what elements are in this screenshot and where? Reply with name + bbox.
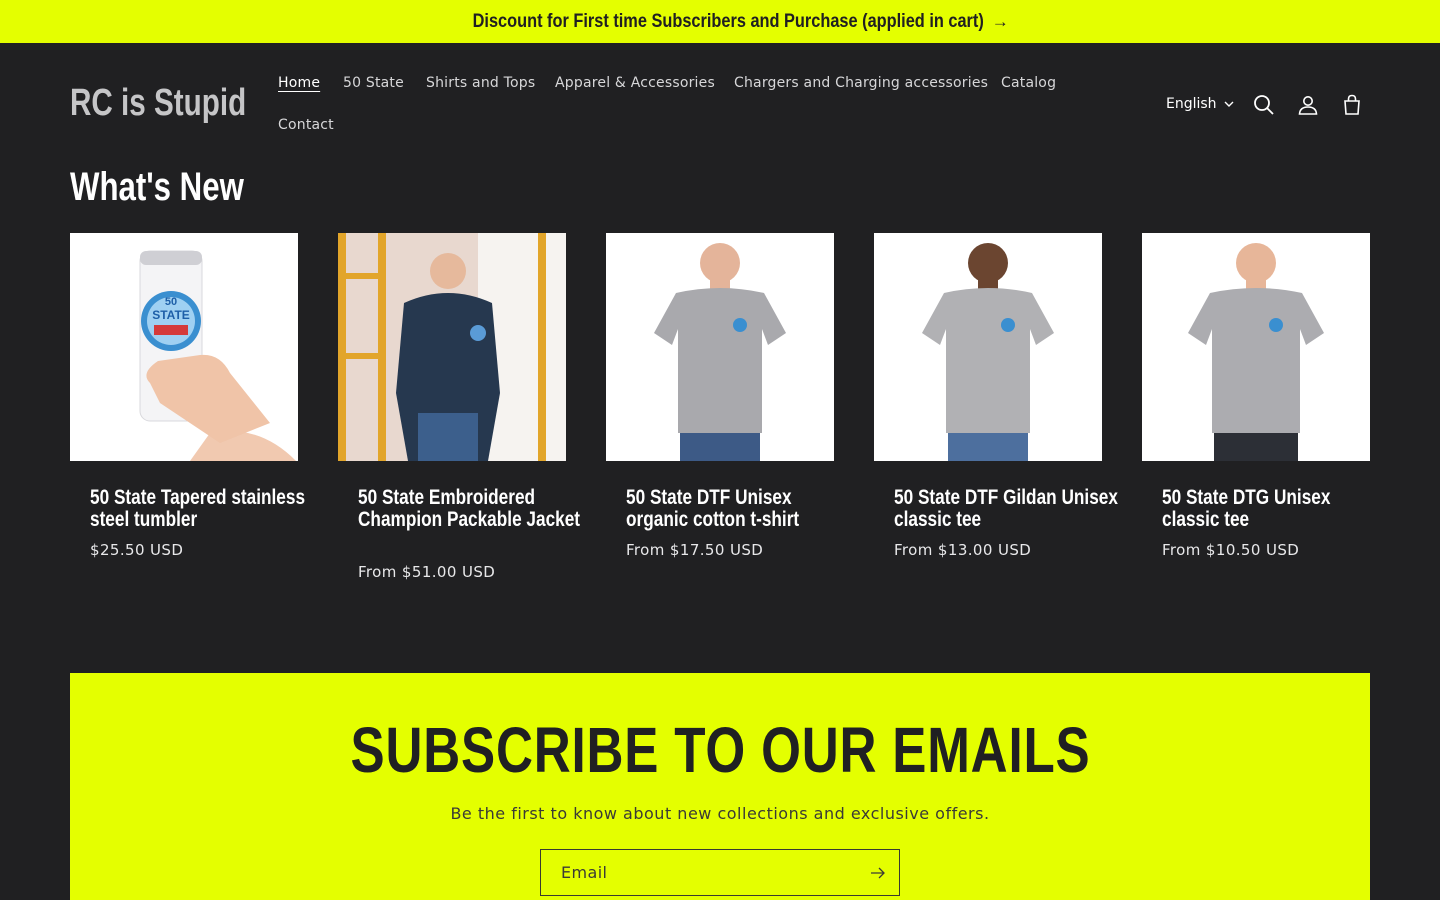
nav-item-shirts-and-tops[interactable]: Shirts and Tops <box>426 75 535 91</box>
nav-item-catalog[interactable]: Catalog <box>1001 75 1056 91</box>
product-price: From $13.00 USD <box>894 541 1032 559</box>
product-image-gildan-tee[interactable] <box>874 233 1102 461</box>
email-field[interactable] <box>540 849 900 896</box>
product-title[interactable]: 50 State Embroidered Champion Packable J… <box>358 487 588 531</box>
product-price: From $10.50 USD <box>1162 541 1300 559</box>
product-image-jacket[interactable] <box>338 233 566 461</box>
nav-item-home[interactable]: Home <box>278 75 320 91</box>
product-card[interactable]: 50 State DTG Unisex classic tee From $10… <box>1142 233 1370 559</box>
product-title[interactable]: 50 State DTF Unisex organic cotton t-shi… <box>626 487 856 531</box>
arrow-right-icon[interactable] <box>869 865 887 881</box>
site-logo[interactable]: RC is Stupid <box>70 82 246 125</box>
product-title[interactable]: 50 State DTF Gildan Unisex classic tee <box>894 487 1124 531</box>
announcement-bar[interactable]: Discount for First time Subscribers and … <box>0 0 1440 43</box>
svg-text:50: 50 <box>165 296 177 308</box>
product-card[interactable]: STATE 50 50 State Tapered stainless stee… <box>70 233 305 559</box>
svg-text:STATE: STATE <box>152 308 190 322</box>
product-price: $25.50 USD <box>90 541 184 559</box>
product-card[interactable]: 50 State DTF Gildan Unisex classic tee F… <box>874 233 1118 559</box>
newsletter-text: Be the first to know about new collectio… <box>450 804 990 823</box>
account-icon[interactable] <box>1296 93 1320 117</box>
nav-item-50-state[interactable]: 50 State <box>343 75 404 91</box>
search-icon[interactable] <box>1252 93 1276 117</box>
newsletter-section: SUBSCRIBE TO OUR EMAILS Be the first to … <box>70 673 1370 900</box>
language-selector[interactable]: English <box>1166 96 1235 112</box>
nav-item-contact[interactable]: Contact <box>278 117 334 133</box>
section-title: What's New <box>70 165 244 209</box>
product-card[interactable]: 50 State DTF Unisex organic cotton t-shi… <box>606 233 834 559</box>
nav-item-apparel-accessories[interactable]: Apparel & Accessories <box>555 75 715 91</box>
product-price: From $51.00 USD <box>358 563 496 581</box>
nav-item-chargers[interactable]: Chargers and Charging accessories <box>734 75 988 91</box>
cart-icon[interactable] <box>1340 93 1364 117</box>
product-title[interactable]: 50 State DTG Unisex classic tee <box>1162 487 1392 531</box>
product-title[interactable]: 50 State Tapered stainless steel tumbler <box>90 487 320 531</box>
product-price: From $17.50 USD <box>626 541 764 559</box>
product-card[interactable]: 50 State Embroidered Champion Packable J… <box>338 233 580 581</box>
newsletter-heading: SUBSCRIBE TO OUR EMAILS <box>350 714 1090 786</box>
product-image-tshirt-organic[interactable] <box>606 233 834 461</box>
email-input[interactable] <box>541 850 851 895</box>
product-image-dtg-tee[interactable] <box>1142 233 1370 461</box>
product-image-tumbler[interactable]: STATE 50 <box>70 233 298 461</box>
language-label: English <box>1166 96 1217 112</box>
arrow-right-icon: → <box>991 11 1009 31</box>
announcement-text[interactable]: Discount for First time Subscribers and … <box>473 11 984 33</box>
chevron-down-icon <box>1224 101 1234 107</box>
